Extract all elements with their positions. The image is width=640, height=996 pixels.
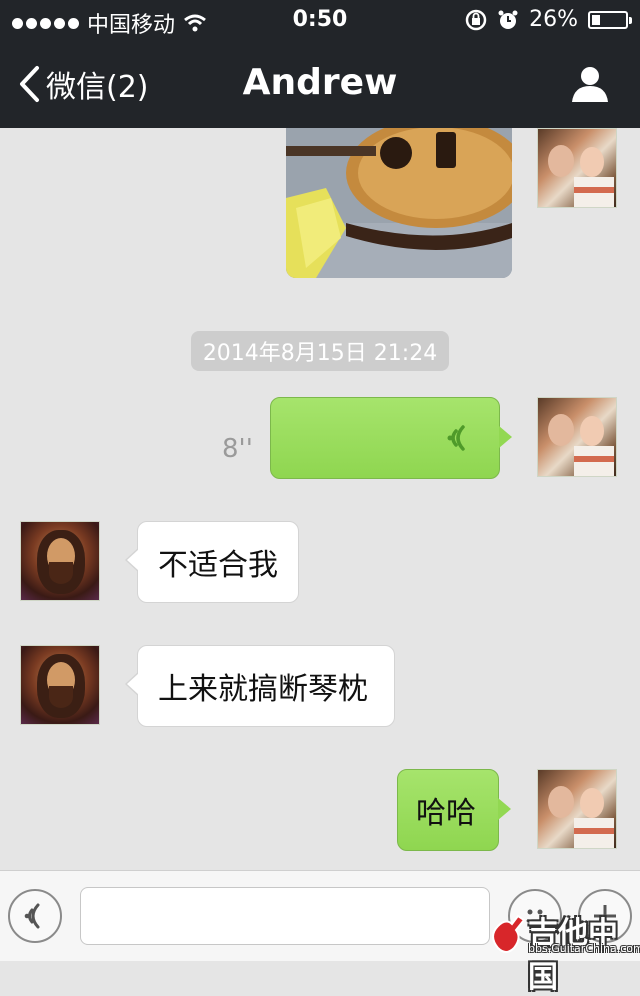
message-input[interactable] xyxy=(80,887,490,945)
chat-area[interactable]: 2014年8月15日 21:24 8'' 不适合我 上来就搞断琴枕 哈哈 xyxy=(0,128,640,870)
image-message[interactable] xyxy=(286,128,512,278)
nav-bar: 微信(2) Andrew xyxy=(0,40,640,128)
guitar-china-logo-icon xyxy=(492,914,526,953)
message-bubble-incoming[interactable]: 不适合我 xyxy=(125,521,299,603)
chat-title: Andrew xyxy=(242,62,398,103)
voice-toggle-button[interactable] xyxy=(8,889,62,943)
message-text: 不适合我 xyxy=(158,548,278,583)
my-avatar[interactable] xyxy=(537,128,617,208)
my-avatar[interactable] xyxy=(537,397,617,477)
person-icon xyxy=(572,67,608,102)
message-bubble-outgoing[interactable]: 哈哈 xyxy=(397,769,511,851)
my-avatar[interactable] xyxy=(537,769,617,849)
contact-avatar[interactable] xyxy=(20,645,100,725)
voice-message-bubble[interactable] xyxy=(270,397,512,479)
voice-icon xyxy=(24,903,40,929)
message-text: 哈哈 xyxy=(416,796,476,831)
rotation-lock-icon xyxy=(465,9,487,30)
battery-icon xyxy=(588,10,632,29)
watermark: 吉他中国 bbs.GuitarChina.com xyxy=(488,906,640,995)
voice-duration: 8'' xyxy=(222,434,253,464)
battery-percent: 26% xyxy=(529,7,578,32)
voice-wave-icon xyxy=(447,425,465,451)
contact-info-button[interactable] xyxy=(570,64,610,108)
watermark-url: bbs.GuitarChina.com xyxy=(528,942,640,955)
timestamp: 2014年8月15日 21:24 xyxy=(191,331,449,371)
status-bar: 中国移动 0:50 26% xyxy=(0,0,640,40)
message-bubble-incoming[interactable]: 上来就搞断琴枕 xyxy=(125,645,395,727)
contact-avatar[interactable] xyxy=(20,521,100,601)
alarm-icon xyxy=(498,10,518,29)
guitar-photo xyxy=(286,128,512,278)
message-text: 上来就搞断琴枕 xyxy=(158,672,368,707)
